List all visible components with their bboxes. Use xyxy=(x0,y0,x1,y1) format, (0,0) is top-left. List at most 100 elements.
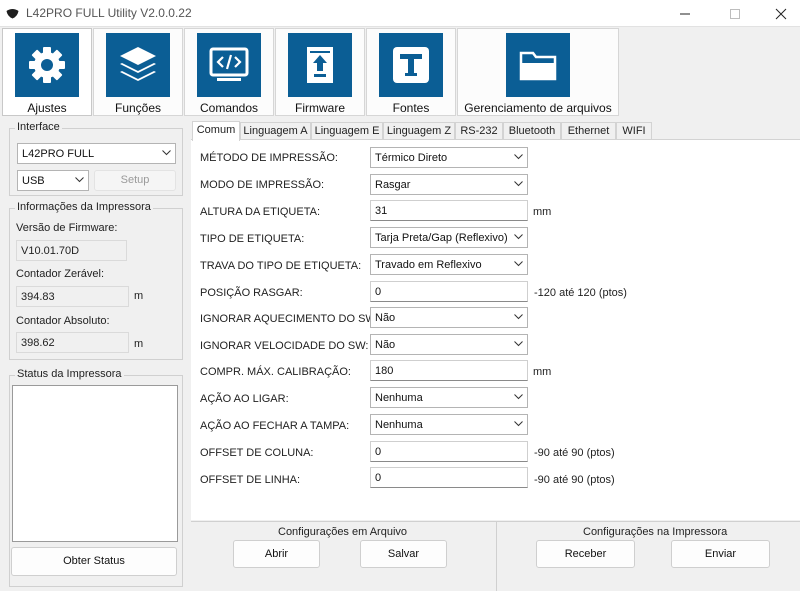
label-height-unit: mm xyxy=(533,206,552,218)
upload-icon xyxy=(288,33,352,97)
ignore-speed-select[interactable]: Não xyxy=(370,334,528,355)
tab-wifi[interactable]: WIFI xyxy=(616,122,652,140)
setting-label: OFFSET DE LINHA: xyxy=(200,474,301,486)
label-type-value: Tarja Preta/Gap (Reflexivo) xyxy=(375,232,508,244)
setting-label: ALTURA DA ETIQUETA: xyxy=(200,206,321,218)
font-icon xyxy=(379,33,443,97)
maximize-icon xyxy=(730,9,740,19)
minimize-icon xyxy=(680,13,690,15)
gear-icon xyxy=(15,33,79,97)
resettable-counter-unit: m xyxy=(134,290,144,302)
chevron-down-icon xyxy=(514,261,523,267)
power-on-action-value: Nenhuma xyxy=(375,392,423,404)
label-height-value: 31 xyxy=(375,205,388,217)
absolute-counter-field: 398.62 xyxy=(16,332,129,353)
open-file-button[interactable]: Abrir xyxy=(233,540,320,568)
column-offset-input[interactable]: 0 xyxy=(370,441,528,462)
toolbar-ajustes-button[interactable]: Ajustes xyxy=(2,28,92,116)
head-close-action-value: Nenhuma xyxy=(375,419,423,431)
max-calibration-input[interactable]: 180 xyxy=(370,360,528,381)
setting-label: POSIÇÃO RASGAR: xyxy=(200,287,303,299)
app-shield-icon xyxy=(6,9,19,19)
head-close-action-select[interactable]: Nenhuma xyxy=(370,414,528,435)
port-select[interactable]: USB xyxy=(17,170,89,191)
absolute-counter-unit: m xyxy=(134,338,144,350)
chevron-down-icon xyxy=(514,341,523,347)
print-method-select[interactable]: Térmico Direto xyxy=(370,147,528,168)
maximize-button[interactable] xyxy=(712,0,758,27)
label-height-input[interactable]: 31 xyxy=(370,200,528,221)
toolbar-firmware-label: Firmware xyxy=(295,101,345,115)
title-bar: L42PRO FULL Utility V2.0.0.22 xyxy=(0,0,800,27)
setting-label: AÇÃO AO FECHAR A TAMPA: xyxy=(200,420,350,432)
tab-ethernet[interactable]: Ethernet xyxy=(561,122,616,140)
toolbar-fontes-label: Fontes xyxy=(392,101,430,115)
printer-select-value: L42PRO FULL xyxy=(22,148,95,160)
label-type-select[interactable]: Tarja Preta/Gap (Reflexivo) xyxy=(370,227,528,248)
layers-icon xyxy=(106,33,170,97)
chevron-down-icon xyxy=(514,154,523,160)
main-toolbar: Ajustes Funções Comandos Firmware Fontes… xyxy=(0,27,800,117)
max-calibration-unit: mm xyxy=(533,366,552,378)
printer-config-title: Configurações na Impressora xyxy=(583,526,728,538)
print-mode-value: Rasgar xyxy=(375,179,411,191)
setting-label: OFFSET DE COLUNA: xyxy=(200,447,314,459)
toolbar-funcoes-button[interactable]: Funções xyxy=(93,28,183,116)
ignore-heat-select[interactable]: Não xyxy=(370,307,528,328)
printer-status-output[interactable] xyxy=(12,385,178,542)
setting-label: MÉTODO DE IMPRESSÃO: xyxy=(200,152,338,164)
tab-rs232[interactable]: RS-232 xyxy=(455,122,503,140)
toolbar-funcoes-label: Funções xyxy=(114,101,162,115)
printer-select[interactable]: L42PRO FULL xyxy=(17,143,176,164)
max-calibration-value: 180 xyxy=(375,365,394,377)
row-offset-input[interactable]: 0 xyxy=(370,467,528,488)
tab-comum[interactable]: Comum xyxy=(192,121,240,141)
absolute-counter-label: Contador Absoluto: xyxy=(16,315,110,327)
tear-position-input[interactable]: 0 xyxy=(370,281,528,302)
tab-linguagem-e[interactable]: Linguagem E xyxy=(311,122,383,140)
minimize-button[interactable] xyxy=(662,0,708,27)
panel-divider xyxy=(496,522,497,591)
toolbar-fontes-button[interactable]: Fontes xyxy=(366,28,456,116)
code-icon xyxy=(197,33,261,97)
setting-label: COMPR. MÁX. CALIBRAÇÃO: xyxy=(200,366,351,378)
printer-status-title: Status da Impressora xyxy=(15,368,124,380)
setting-label: TIPO DE ETIQUETA: xyxy=(200,233,305,245)
setting-label: MODO DE IMPRESSÃO: xyxy=(200,179,325,191)
label-type-lock-value: Travado em Reflexivo xyxy=(375,259,482,271)
print-mode-select[interactable]: Rasgar xyxy=(370,174,528,195)
toolbar-firmware-button[interactable]: Firmware xyxy=(275,28,365,116)
column-offset-value: 0 xyxy=(375,446,382,458)
settings-panel: MÉTODO DE IMPRESSÃO: Térmico Direto MODO… xyxy=(191,139,800,520)
toolbar-comandos-button[interactable]: Comandos xyxy=(184,28,274,116)
tab-linguagem-z[interactable]: Linguagem Z xyxy=(383,122,455,140)
chevron-down-icon xyxy=(75,177,84,183)
resettable-counter-label: Contador Zerável: xyxy=(16,268,105,280)
ignore-speed-value: Não xyxy=(375,339,396,351)
ignore-heat-value: Não xyxy=(375,312,396,324)
chevron-down-icon xyxy=(514,181,523,187)
get-status-button[interactable]: Obter Status xyxy=(11,547,177,576)
chevron-down-icon xyxy=(162,150,171,156)
toolbar-file-manager-button[interactable]: Gerenciamento de arquivos xyxy=(457,28,619,116)
label-type-lock-select[interactable]: Travado em Reflexivo xyxy=(370,254,528,275)
interface-title: Interface xyxy=(15,121,62,133)
setting-label: IGNORAR VELOCIDADE DO SW: xyxy=(200,340,369,352)
tab-bluetooth[interactable]: Bluetooth xyxy=(503,122,561,140)
chevron-down-icon xyxy=(514,234,523,240)
close-button[interactable] xyxy=(758,0,800,27)
close-icon xyxy=(775,8,787,20)
resettable-counter-value: 394.83 xyxy=(21,291,55,303)
row-offset-value: 0 xyxy=(375,472,382,484)
setup-button[interactable]: Setup xyxy=(94,170,176,191)
firmware-version-field: V10.01.70D xyxy=(16,240,127,261)
receive-config-button[interactable]: Receber xyxy=(536,540,635,568)
row-offset-range: -90 até 90 (ptos) xyxy=(534,474,615,486)
power-on-action-select[interactable]: Nenhuma xyxy=(370,387,528,408)
save-file-button[interactable]: Salvar xyxy=(360,540,447,568)
firmware-version-label: Versão de Firmware: xyxy=(16,222,118,234)
tab-linguagem-a[interactable]: Linguagem A xyxy=(240,122,311,140)
send-config-button[interactable]: Enviar xyxy=(671,540,770,568)
setting-label: IGNORAR AQUECIMENTO DO SW: xyxy=(200,313,379,325)
toolbar-file-manager-label: Gerenciamento de arquivos xyxy=(464,101,612,115)
